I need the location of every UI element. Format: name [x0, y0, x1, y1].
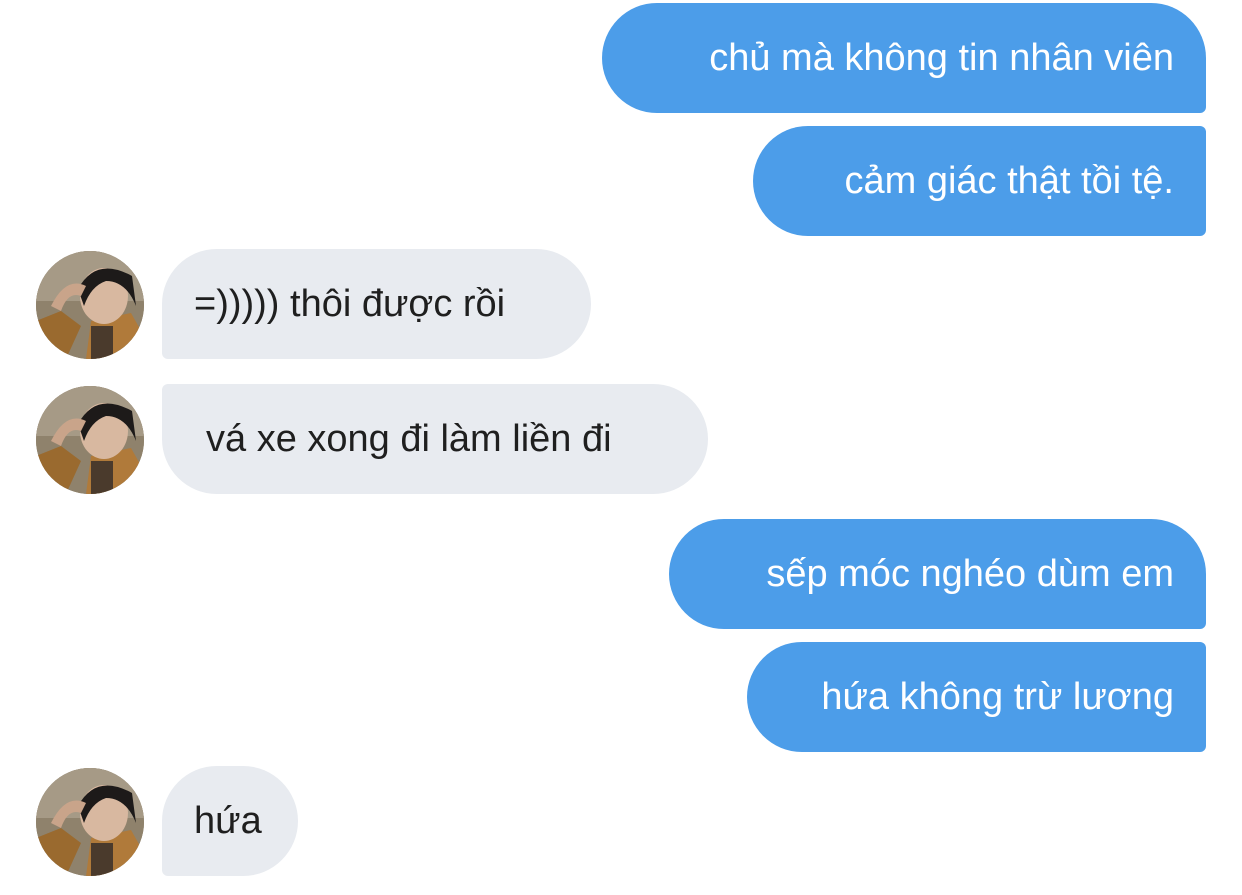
avatar-photo-icon	[36, 251, 144, 359]
message-text: vá xe xong đi làm liền đi	[206, 418, 612, 460]
message-text: =))))) thôi được rồi	[194, 283, 506, 325]
outgoing-message-bubble[interactable]: sếp móc nghéo dùm em	[669, 519, 1206, 629]
outgoing-message-bubble[interactable]: chủ mà không tin nhân viên	[602, 3, 1206, 113]
contact-avatar[interactable]	[36, 386, 144, 494]
message-text: hứa	[194, 800, 262, 842]
contact-avatar[interactable]	[36, 768, 144, 876]
message-text: sếp móc nghéo dùm em	[766, 553, 1174, 595]
outgoing-message-bubble[interactable]: hứa không trừ lương	[747, 642, 1206, 752]
avatar-photo-icon	[36, 386, 144, 494]
avatar-photo-icon	[36, 768, 144, 876]
message-text: cảm giác thật tồi tệ.	[844, 160, 1175, 202]
incoming-message-bubble[interactable]: hứa	[162, 766, 298, 876]
message-text: hứa không trừ lương	[821, 676, 1174, 718]
incoming-message-bubble[interactable]: =))))) thôi được rồi	[162, 249, 591, 359]
outgoing-message-bubble[interactable]: cảm giác thật tồi tệ.	[753, 126, 1206, 236]
contact-avatar[interactable]	[36, 251, 144, 359]
chat-thread: chủ mà không tin nhân viên cảm giác thật…	[0, 0, 1242, 895]
incoming-message-bubble[interactable]: vá xe xong đi làm liền đi	[162, 384, 708, 494]
message-text: chủ mà không tin nhân viên	[709, 37, 1174, 79]
